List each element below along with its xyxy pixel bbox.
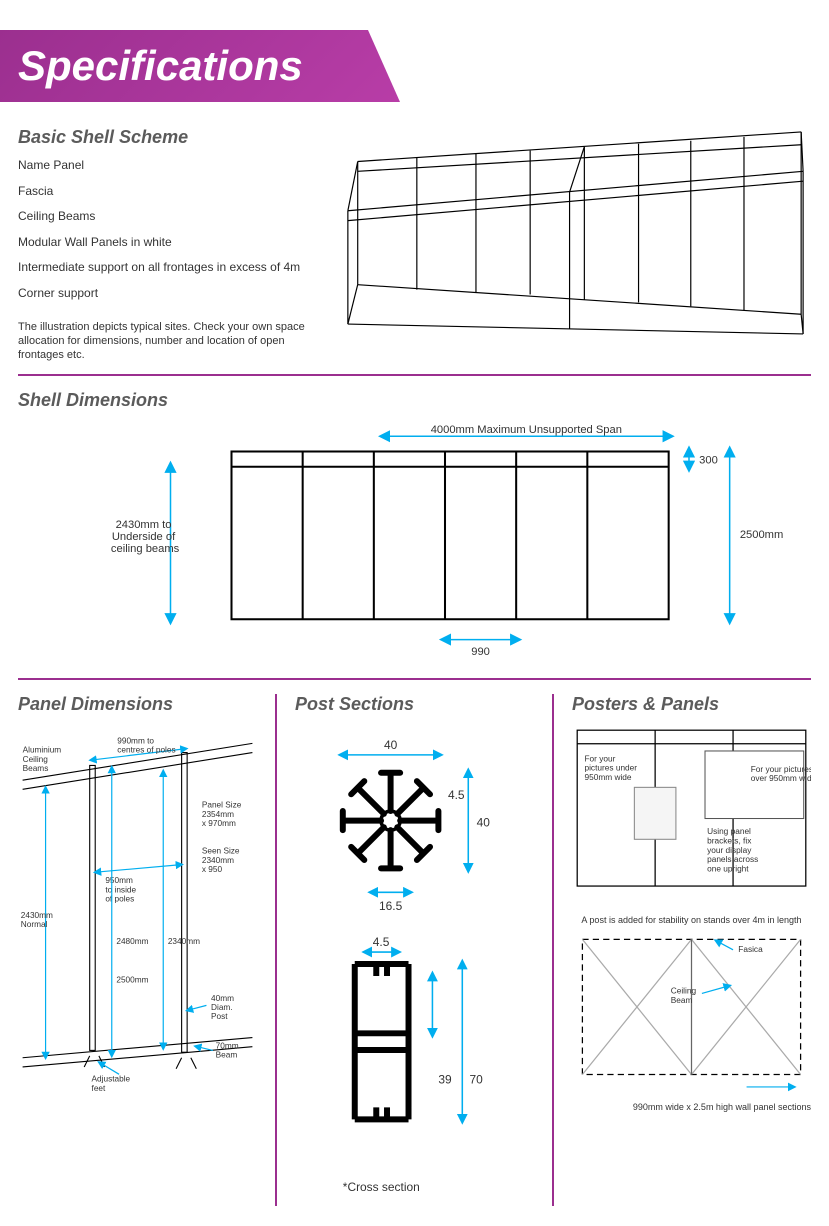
section-title-post: Post Sections bbox=[295, 694, 534, 715]
cs70: 70 bbox=[469, 1073, 483, 1087]
svg-text:Adjustable feet: Adjustable feet bbox=[92, 1075, 133, 1093]
post-sections-diagram: 40 40 4.5 16.5 4.5 39 bbox=[295, 725, 534, 1203]
illustration-caption: The illustration depicts typical sites. … bbox=[18, 320, 318, 363]
posters-panels-section: Posters & Panels For your pictures under… bbox=[572, 694, 811, 1206]
page-banner: Specifications bbox=[0, 30, 829, 102]
column-divider bbox=[552, 694, 554, 1206]
svg-text:For your pictures ov: For your pictures over 950mm wide bbox=[751, 764, 811, 783]
svg-text:950mm to inside: 950mm to inside of poles bbox=[105, 877, 138, 904]
svg-text:Aluminium Ceiling: Aluminium Ceiling Beams bbox=[23, 746, 64, 773]
list-item: Corner support bbox=[18, 286, 318, 302]
t45: 4.5 bbox=[448, 789, 465, 803]
svg-text:Seen Size 2340mm: Seen Size 2340mm x 950 bbox=[202, 847, 242, 874]
column-divider bbox=[275, 694, 277, 1206]
svg-text:2430mm Normal: 2430mm Normal bbox=[21, 911, 55, 929]
n2480: 2480mm bbox=[116, 937, 148, 946]
totalh-label: 2500mm bbox=[740, 529, 783, 541]
list-item: Ceiling Beams bbox=[18, 209, 318, 225]
list-item: Name Panel bbox=[18, 158, 318, 174]
gap-label: 300 bbox=[699, 455, 718, 467]
spoke: 16.5 bbox=[379, 900, 403, 914]
stability-note: A post is added for stability on stands … bbox=[572, 915, 811, 925]
page-title: Specifications bbox=[18, 30, 829, 102]
underside-label-1: 2430mm to bbox=[116, 519, 172, 531]
divider bbox=[18, 374, 811, 376]
w40: 40 bbox=[384, 738, 398, 752]
cs39: 39 bbox=[438, 1073, 452, 1087]
panel-dimensions-section: Panel Dimensions bbox=[18, 694, 257, 1206]
section-title-shell-dims: Shell Dimensions bbox=[18, 390, 811, 411]
underside-label-3: ceiling beams bbox=[111, 544, 180, 556]
cross-section-note: *Cross section bbox=[343, 1181, 420, 1195]
panel-dimensions-diagram: Aluminium Ceiling Beams 990mm to centres… bbox=[18, 725, 257, 1093]
svg-text:Using panel brackets: Using panel brackets, fix your display p… bbox=[707, 827, 761, 874]
section-title-panel-dims: Panel Dimensions bbox=[18, 694, 257, 715]
list-item: Modular Wall Panels in white bbox=[18, 235, 318, 251]
fascia-label: Fasica bbox=[738, 944, 763, 954]
section-title-basic: Basic Shell Scheme bbox=[18, 127, 318, 148]
h40: 40 bbox=[477, 816, 491, 830]
shell-dimensions-section: Shell Dimensions bbox=[18, 390, 811, 668]
list-item: Intermediate support on all frontages in… bbox=[18, 260, 318, 276]
csw: 4.5 bbox=[373, 936, 390, 950]
svg-text:For your pictures un: For your pictures under 950mm wide bbox=[584, 754, 639, 783]
footnote: 990mm wide x 2.5m high wall panel sectio… bbox=[572, 1102, 811, 1112]
shell-perspective-diagram bbox=[338, 127, 811, 354]
divider bbox=[18, 678, 811, 680]
svg-text:70mm Beam: 70mm Beam bbox=[216, 1042, 241, 1060]
svg-text:990mm to centres of: 990mm to centres of poles bbox=[117, 737, 175, 755]
svg-text:Ceiling Beam: Ceiling Beam bbox=[671, 986, 699, 1005]
svg-text:Panel Size 2354mm: Panel Size 2354mm x 970mm bbox=[202, 801, 244, 828]
basic-shell-scheme-section: Basic Shell Scheme Name Panel Fascia Cei… bbox=[18, 127, 811, 362]
posters-diagram-plan: Fasica Ceiling Beam bbox=[572, 929, 811, 1095]
svg-text:40mm Diam.: 40mm Diam. Post bbox=[211, 994, 236, 1021]
section-title-posters: Posters & Panels bbox=[572, 694, 811, 715]
svg-text:2430mm to Underside of: 2430mm to Underside of ceiling beams bbox=[111, 519, 180, 555]
underside-label-2: Underside of bbox=[112, 531, 176, 543]
span-label: 4000mm Maximum Unsupported Span bbox=[431, 425, 622, 437]
bay-label: 990 bbox=[471, 646, 490, 658]
shell-dimensions-diagram: 4000mm Maximum Unsupported Span 2430mm t… bbox=[18, 421, 811, 665]
posters-diagram-top: For your pictures under 950mm wide For y… bbox=[572, 725, 811, 902]
n2340: 2340mm bbox=[168, 937, 200, 946]
post-sections-section: Post Sections bbox=[295, 694, 534, 1206]
list-item: Fascia bbox=[18, 184, 318, 200]
n2500: 2500mm bbox=[116, 976, 148, 985]
